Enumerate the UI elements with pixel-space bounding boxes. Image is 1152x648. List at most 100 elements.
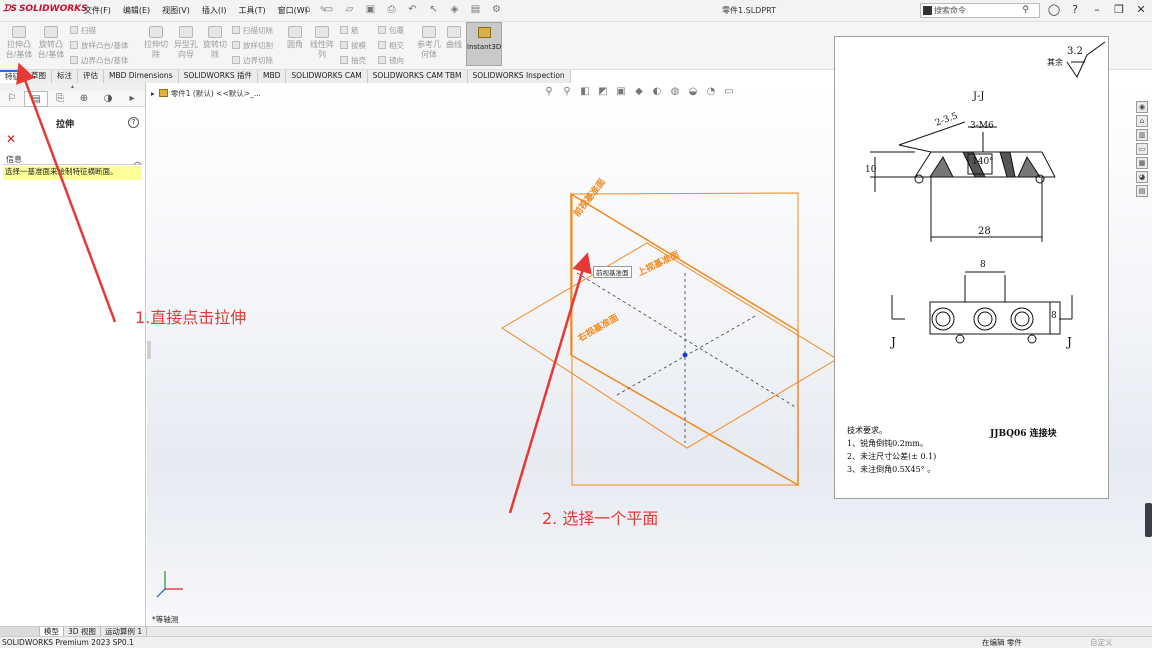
search-commands-input[interactable]: 搜索命令 ⚲ — [920, 3, 1040, 18]
sweep-button[interactable]: 扫描 — [70, 25, 96, 36]
menu-edit[interactable]: 编辑(E) — [123, 5, 150, 16]
display-manager-icon[interactable]: ◑ — [96, 91, 120, 107]
task-pane-tabs: ◉ ⌂ ▥ ▭ ▦ ◕ ▤ — [1136, 101, 1150, 199]
dimxpert-icon[interactable]: ⊕ — [72, 91, 96, 107]
sweep-icon — [70, 26, 78, 34]
restore-button[interactable]: ❐ — [1112, 3, 1126, 17]
tab-mbd[interactable]: MBD — [258, 70, 287, 83]
fillet-button[interactable]: 圆角 — [284, 26, 306, 50]
wrap-icon — [378, 26, 386, 34]
configuration-manager-icon[interactable]: ⎘ — [48, 91, 72, 107]
side-drawer-handle[interactable] — [1145, 503, 1152, 537]
swept-cut-icon — [232, 26, 240, 34]
shell-button[interactable]: 抽壳 — [340, 55, 366, 66]
tab-solidworks-cam-tbm[interactable]: SOLIDWORKS CAM TBM — [368, 70, 468, 83]
draft-button[interactable]: 拔模 — [340, 40, 366, 51]
cancel-icon[interactable]: ✕ — [6, 132, 16, 146]
user-icon[interactable]: ◯ — [1047, 3, 1061, 17]
hole-wizard-button[interactable]: 异型孔向导 — [172, 26, 200, 60]
tab-solidworks-addins[interactable]: SOLIDWORKS 插件 — [179, 70, 258, 83]
solidworks-logo[interactable]: ᗪS SOLIDWORKS — [3, 4, 88, 14]
mirror-icon — [378, 56, 386, 64]
status-editing: 在编辑 零件 — [982, 638, 1022, 647]
help-icon[interactable]: ? — [1068, 3, 1082, 17]
open-icon[interactable]: ▱ — [342, 3, 357, 17]
view-palette-icon[interactable]: ▦ — [1136, 157, 1148, 169]
extrude-cut-button[interactable]: 拉伸切除 — [142, 26, 170, 60]
more-tabs-icon[interactable]: ▸ — [120, 91, 144, 107]
lofted-cut-button[interactable]: 放样切割 — [232, 40, 273, 51]
rib-button[interactable]: 筋 — [340, 25, 359, 36]
select-icon[interactable]: ↖ — [426, 3, 441, 17]
file-properties-icon[interactable]: ▤ — [468, 3, 483, 17]
revolve-cut-button[interactable]: 旋转切除 — [202, 26, 228, 60]
linear-pattern-button[interactable]: 线性阵列 — [308, 26, 336, 60]
reference-geometry-icon — [422, 26, 436, 38]
swept-cut-button[interactable]: 扫描切除 — [232, 25, 273, 36]
search-icon[interactable]: ⚲ — [1022, 4, 1029, 17]
menu-file[interactable]: 文件(F) — [84, 5, 111, 16]
property-manager-icon[interactable]: ▤ — [24, 91, 48, 107]
tab-model[interactable]: 模型 — [40, 627, 64, 636]
menu-tools[interactable]: 工具(T) — [238, 5, 265, 16]
status-custom[interactable]: 自定义 — [1090, 637, 1113, 648]
solidworks-resources-icon[interactable]: ◉ — [1136, 101, 1148, 113]
tab-3d-views[interactable]: 3D 视图 — [64, 627, 101, 636]
intersect-button[interactable]: 相交 — [378, 40, 404, 51]
boundary-cut-icon — [232, 56, 240, 64]
feature-tree-icon[interactable]: ⚐ — [0, 91, 24, 107]
mirror-button[interactable]: 镜向 — [378, 55, 404, 66]
tab-motion-study[interactable]: 运动算例 1 — [101, 627, 148, 636]
search-scope-icon[interactable] — [923, 6, 932, 15]
reference-drawing-image: 3.2 其余 J-J 2-3.5 3-M6 140° 10 28 8 8 J J… — [834, 36, 1109, 499]
tab-scroll-buttons[interactable] — [0, 627, 40, 636]
curves-button[interactable]: 曲线 — [444, 26, 464, 50]
tab-mbd-dimensions[interactable]: MBD Dimensions — [104, 70, 179, 83]
status-bar: SOLIDWORKS Premium 2023 SP0.1 在编辑 零件 自定义 — [0, 636, 1152, 648]
instant3d-icon — [478, 27, 491, 38]
extrude-boss-icon — [12, 26, 26, 38]
appearances-icon[interactable]: ◕ — [1136, 171, 1148, 183]
undo-icon[interactable]: ↶ — [405, 3, 420, 17]
coordinate-triad — [156, 571, 183, 598]
loft-button[interactable]: 放样凸台/基体 — [70, 40, 129, 51]
revolve-boss-button[interactable]: 旋转凸台/基体 — [36, 26, 66, 60]
boundary-boss-button[interactable]: 边界凸台/基体 — [70, 55, 129, 66]
command-tabs: 特征 草图 标注 评估 MBD Dimensions SOLIDWORKS 插件… — [0, 70, 571, 83]
wrap-button[interactable]: 包覆 — [378, 25, 404, 36]
tab-evaluate[interactable]: 评估 — [78, 70, 104, 83]
section-label: J-J — [973, 91, 985, 102]
print-icon[interactable]: ⎙ — [384, 3, 399, 17]
rebuild-icon[interactable]: ◈ — [447, 3, 462, 17]
reference-geometry-button[interactable]: 参考几何体 — [416, 26, 442, 60]
instant3d-button[interactable]: Instant3D — [466, 22, 502, 66]
tab-sketch[interactable]: 草图 — [26, 70, 52, 83]
custom-properties-icon[interactable]: ▤ — [1136, 185, 1148, 197]
boundary-cut-button[interactable]: 边界切除 — [232, 55, 273, 66]
draft-icon — [340, 41, 348, 49]
panel-grip[interactable]: ▴ — [0, 83, 145, 91]
tab-markup[interactable]: 标注 — [52, 70, 78, 83]
extrude-boss-button[interactable]: 拉伸凸台/基体 — [4, 26, 34, 60]
menu-view[interactable]: 视图(V) — [162, 5, 190, 16]
tab-features[interactable]: 特征 — [0, 70, 26, 83]
menu-insert[interactable]: 插入(I) — [202, 5, 227, 16]
home-icon[interactable]: ⌂ — [300, 3, 315, 17]
minimize-button[interactable]: – — [1090, 3, 1104, 17]
save-icon[interactable]: ▣ — [363, 3, 378, 17]
design-library-icon[interactable]: ▥ — [1136, 129, 1148, 141]
requirement-3: 3、未注倒角0.5X45° 。 — [847, 465, 936, 474]
tab-solidworks-cam[interactable]: SOLIDWORKS CAM — [286, 70, 368, 83]
panel-tabs: ⚐ ▤ ⎘ ⊕ ◑ ▸ — [0, 91, 145, 107]
new-icon[interactable]: ▭ — [321, 3, 336, 17]
tab-solidworks-inspection[interactable]: SOLIDWORKS Inspection — [468, 70, 571, 83]
shell-icon — [340, 56, 348, 64]
home-icon[interactable]: ⌂ — [1136, 115, 1148, 127]
close-button[interactable]: ✕ — [1134, 3, 1148, 17]
options-icon[interactable]: ⚙ — [489, 3, 504, 17]
file-explorer-icon[interactable]: ▭ — [1136, 143, 1148, 155]
help-icon[interactable]: ? — [128, 117, 139, 128]
origin-marker — [682, 352, 688, 358]
cut-label-left: J — [891, 335, 896, 349]
plane-tooltip: 前视基准面 — [593, 266, 632, 278]
